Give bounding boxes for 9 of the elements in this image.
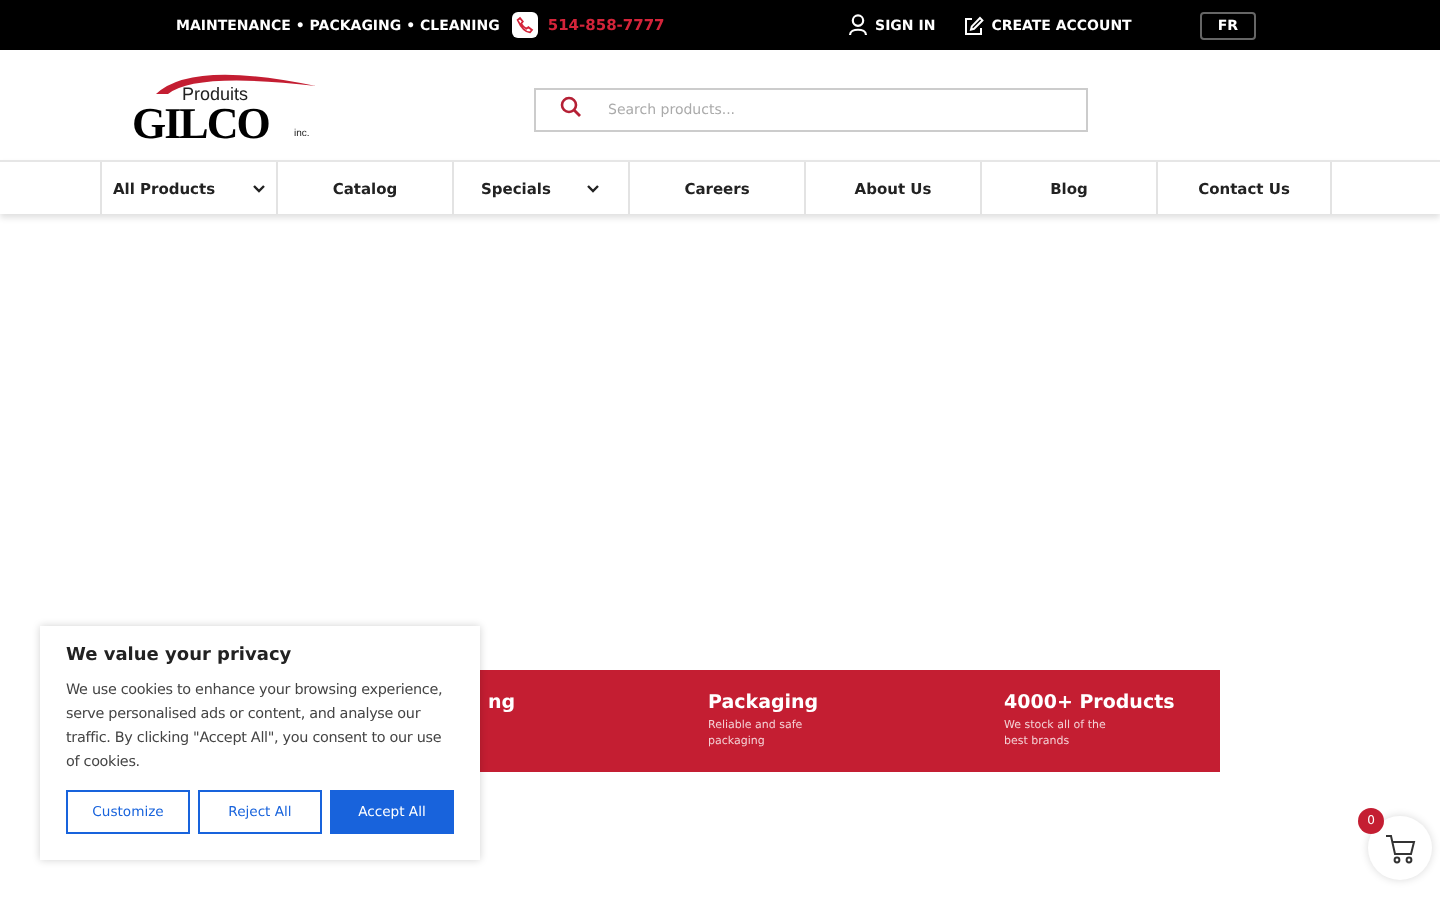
feature-title: 4000+ Products bbox=[1004, 692, 1177, 714]
feature-title: ng bbox=[488, 692, 518, 714]
dialog-title: We value your privacy bbox=[66, 646, 294, 666]
phone-icon bbox=[511, 12, 538, 38]
edit-icon bbox=[963, 15, 984, 35]
user-icon bbox=[847, 14, 868, 36]
cart-icon[interactable] bbox=[1384, 833, 1416, 863]
feature-title: Packaging bbox=[708, 692, 821, 714]
search-icon bbox=[560, 95, 582, 117]
